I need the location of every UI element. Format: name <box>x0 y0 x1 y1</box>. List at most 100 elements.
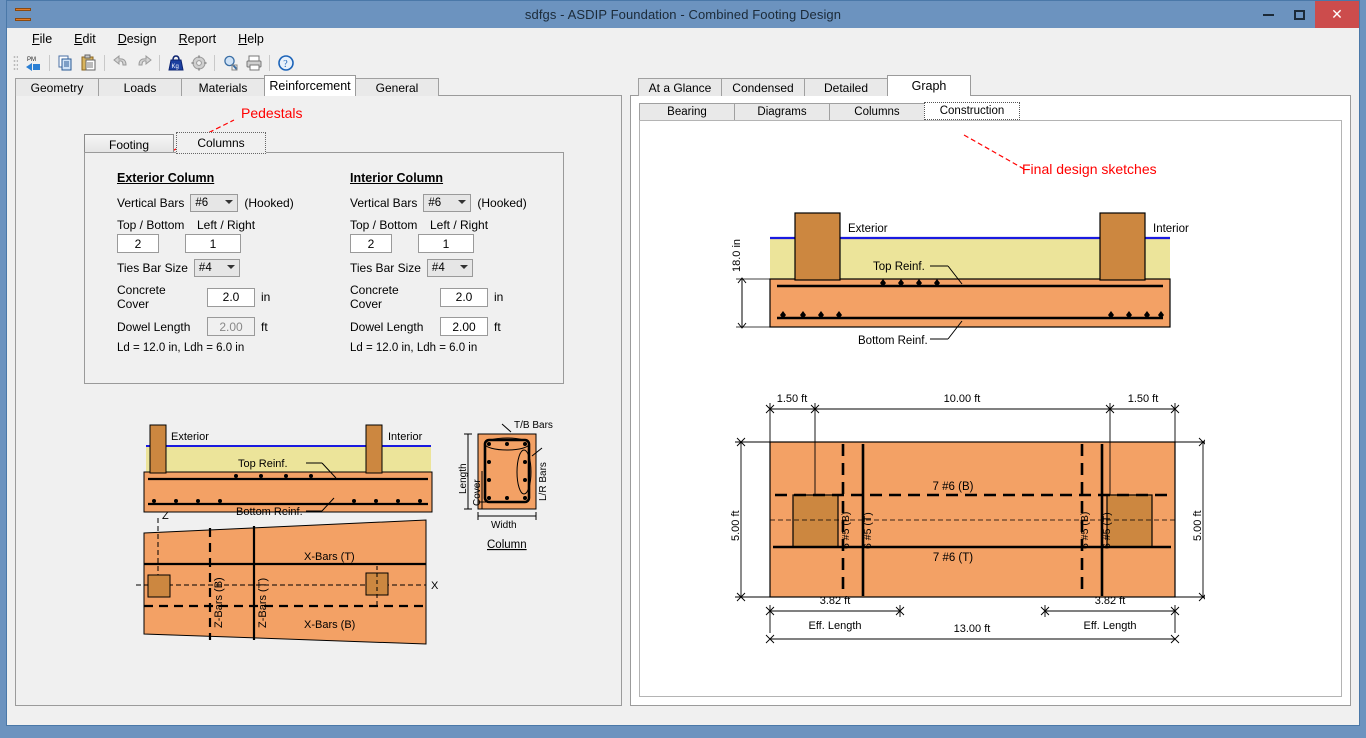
chevron-down-icon <box>460 265 468 269</box>
plan-bars-top-label: 7 #6 (B) <box>933 481 974 493</box>
left-plan-xbars-bottom-label: X-Bars (B) <box>304 619 355 631</box>
interior-dowel-label: Dowel Length <box>350 320 434 334</box>
interior-cover-input[interactable]: 2.0 <box>440 288 488 307</box>
input-tabs: Geometry Loads Materials Reinforcement G… <box>15 75 622 96</box>
interior-vertical-bars-select[interactable]: #6 <box>423 194 471 212</box>
menu-item-help[interactable]: Help <box>227 30 275 48</box>
interior-ties-label: Ties Bar Size <box>350 261 421 275</box>
plan-dim-center-top: 10.00 ft <box>944 393 981 405</box>
tab-reinforcement[interactable]: Reinforcement <box>264 75 356 96</box>
left-plan-xbars-top-label: X-Bars (T) <box>304 551 355 563</box>
interior-cover-label: Concrete Cover <box>350 283 434 311</box>
interior-vertical-bars-value: #6 <box>428 197 441 209</box>
column-detail-length-label: Length <box>458 463 469 494</box>
exterior-dowel-input: 2.00 <box>207 317 255 336</box>
exterior-dowel-unit: ft <box>261 320 268 334</box>
subtab-footing[interactable]: Footing <box>84 134 174 154</box>
plan-bars-right-t-label: 6 #5 (T) <box>1101 512 1113 549</box>
exterior-cover-label: Concrete Cover <box>117 283 201 311</box>
left-plan-sketch: Z X X-Bars (T) X-Bars (B) Z-Bars (B) Z-B… <box>136 510 439 644</box>
interior-dowel-input[interactable]: 2.00 <box>440 317 488 336</box>
maximize-button[interactable] <box>1284 1 1315 28</box>
copy-icon[interactable] <box>55 52 76 73</box>
elevation-depth-label: 18.0 in <box>731 239 743 272</box>
title-bar: sdfgs - ASDIP Foundation - Combined Foot… <box>7 1 1359 28</box>
exterior-left-right-input[interactable]: 1 <box>185 234 241 253</box>
exterior-column-title: Exterior Column <box>117 171 294 185</box>
elevation-exterior-label: Exterior <box>848 223 888 235</box>
final-sketches-leader-line <box>960 133 1040 175</box>
elevation-bottom-reinf-label: Bottom Reinf. <box>858 335 928 347</box>
chevron-down-icon <box>227 265 235 269</box>
interior-dowel-unit: ft <box>494 320 501 334</box>
menu-item-report[interactable]: Report <box>168 30 228 48</box>
interior-left-right-input[interactable]: 1 <box>418 234 474 253</box>
interior-column-block: Interior Column Vertical Bars #6 (Hooked… <box>350 171 527 354</box>
interior-top-bottom-input[interactable]: 2 <box>350 234 392 253</box>
print-icon[interactable] <box>243 52 264 73</box>
results-pane: At a Glance Condensed Detailed Graph Bea… <box>630 75 1351 706</box>
plan-dim-left-bottom: 3.82 ft <box>820 595 851 607</box>
tab-at-a-glance[interactable]: At a Glance <box>638 78 722 96</box>
design-calc-icon[interactable]: Kg <box>165 52 186 73</box>
exterior-column-block: Exterior Column Vertical Bars #6 (Hooked… <box>117 171 294 354</box>
chevron-down-icon <box>458 200 466 204</box>
menu-item-design[interactable]: Design <box>107 30 168 48</box>
menu-item-edit[interactable]: Edit <box>63 30 107 48</box>
tab-detailed[interactable]: Detailed <box>804 78 888 96</box>
tab-graph[interactable]: Graph <box>887 75 971 96</box>
tab-materials[interactable]: Materials <box>181 78 265 96</box>
input-pane: Geometry Loads Materials Reinforcement G… <box>15 75 622 706</box>
interior-dowel-row: Dowel Length 2.00 ft <box>350 317 527 336</box>
project-manager-back-icon[interactable]: PM <box>23 52 44 73</box>
exterior-top-bottom-input[interactable]: 2 <box>117 234 159 253</box>
close-button[interactable]: ✕ <box>1315 1 1359 28</box>
exterior-vertical-bars-select[interactable]: #6 <box>190 194 238 212</box>
minimize-button[interactable] <box>1253 1 1284 28</box>
interior-ties-value: #4 <box>432 262 445 274</box>
elevation-top-reinf-label: Top Reinf. <box>873 261 925 273</box>
exterior-ties-select[interactable]: #4 <box>194 259 240 277</box>
graph-tab-construction[interactable]: Construction <box>924 102 1020 120</box>
undo-icon[interactable] <box>110 52 131 73</box>
column-detail-tb-bars-label: T/B Bars <box>514 420 553 431</box>
exterior-ties-value: #4 <box>199 262 212 274</box>
status-bar <box>7 706 1359 725</box>
redo-icon[interactable] <box>133 52 154 73</box>
graph-tab-diagrams[interactable]: Diagrams <box>734 103 830 120</box>
main-content: Geometry Loads Materials Reinforcement G… <box>7 75 1359 725</box>
left-section-top-reinf-label: Top Reinf. <box>238 458 288 470</box>
exterior-ld-note: Ld = 12.0 in, Ldh = 6.0 in <box>117 342 294 354</box>
interior-hooked-label: (Hooked) <box>477 196 526 210</box>
plan-bars-right-b-label: 6 #5 (B) <box>1079 512 1091 549</box>
tab-geometry[interactable]: Geometry <box>15 78 99 96</box>
tab-condensed[interactable]: Condensed <box>721 78 805 96</box>
exterior-dowel-row: Dowel Length 2.00 ft <box>117 317 294 336</box>
settings-gear-icon[interactable] <box>188 52 209 73</box>
paste-icon[interactable] <box>78 52 99 73</box>
asdip-icon <box>15 8 31 21</box>
left-sketch-group: Exterior Interior Top Reinf. Bottom Rein… <box>126 416 556 696</box>
left-plan-axis-z-label: Z <box>162 510 169 522</box>
construction-plan-sketch: 7 #6 (B) 7 #6 (T) 6 #5 (B) 6 #5 (T) 6 #5… <box>725 389 1205 654</box>
graph-tab-columns[interactable]: Columns <box>829 103 925 120</box>
plan-bars-left-b-label: 6 #5 (B) <box>840 512 852 549</box>
exterior-count-headers: Top / Bottom Left / Right <box>117 218 294 232</box>
interior-ties-select[interactable]: #4 <box>427 259 473 277</box>
plan-bars-left-t-label: 6 #5 (T) <box>862 512 874 549</box>
tab-loads[interactable]: Loads <box>98 78 182 96</box>
subtab-columns[interactable]: Columns <box>176 132 266 154</box>
exterior-cover-input[interactable]: 2.0 <box>207 288 255 307</box>
help-icon[interactable]: ? <box>275 52 296 73</box>
graph-tab-bearing[interactable]: Bearing <box>639 103 735 120</box>
tab-general[interactable]: General <box>355 78 439 96</box>
toolbar-grip[interactable] <box>13 55 18 71</box>
print-preview-icon[interactable] <box>220 52 241 73</box>
plan-bars-bottom-label: 7 #6 (T) <box>933 552 973 564</box>
plan-dim-right-bottom-caption: Eff. Length <box>1083 620 1136 632</box>
left-section-exterior-label: Exterior <box>171 431 209 443</box>
columns-groupbox: Exterior Column Vertical Bars #6 (Hooked… <box>84 152 564 384</box>
menu-item-file[interactable]: File <box>21 30 63 48</box>
reinforcement-subtabs: Footing Columns <box>84 132 268 154</box>
construction-elevation-sketch: 18.0 in Exterior Interior Top Reinf. Bot… <box>730 206 1200 356</box>
